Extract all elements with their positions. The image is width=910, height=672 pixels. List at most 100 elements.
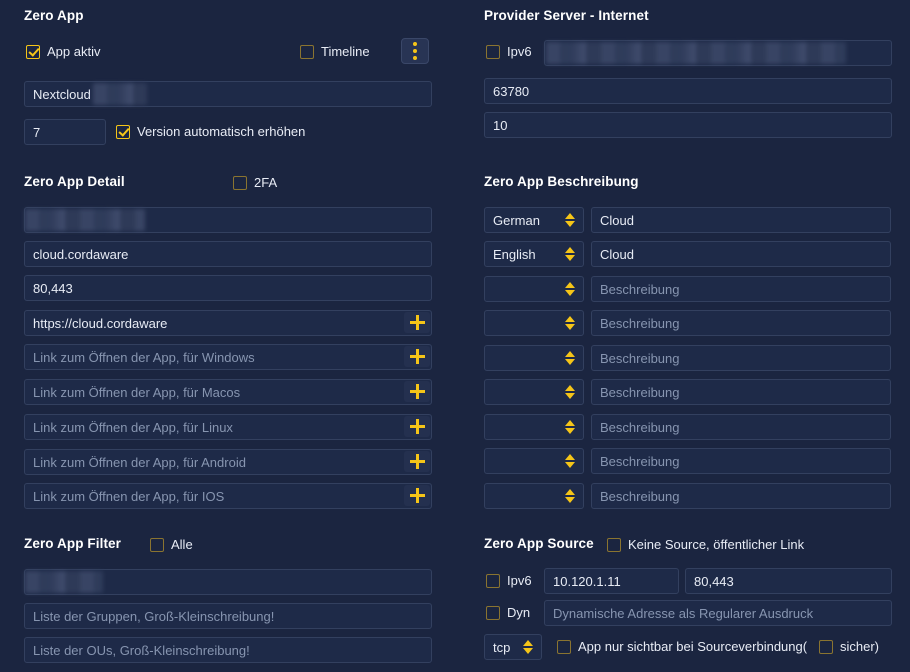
spinner-arrows-icon[interactable] <box>565 282 575 296</box>
source-dyn-label: Dyn <box>507 605 531 620</box>
spinner-arrows-icon[interactable] <box>565 454 575 468</box>
link-linux-input[interactable]: Link zum Öffnen der App, für Linux <box>24 414 432 440</box>
timeline-checkbox-row[interactable]: Timeline <box>300 44 370 59</box>
auto-version-checkbox-row[interactable]: Version automatisch erhöhen <box>116 124 305 139</box>
twofa-checkbox-row[interactable]: 2FA <box>233 175 277 190</box>
twofa-checkbox[interactable] <box>233 175 247 190</box>
lang-select-3[interactable] <box>484 310 584 336</box>
link-macos-row: Link zum Öffnen der App, für Macos <box>24 379 432 405</box>
link-windows-input[interactable]: Link zum Öffnen der App, für Windows <box>24 344 432 370</box>
plus-icon[interactable] <box>404 346 430 367</box>
zero-app-beschreibung-section-title: Zero App Beschreibung <box>484 174 639 189</box>
spinner-arrows-icon[interactable] <box>565 351 575 365</box>
link-windows-row: Link zum Öffnen der App, für Windows <box>24 344 432 370</box>
detail-ports-input[interactable]: 80,443 <box>24 275 432 301</box>
lang-select-7[interactable] <box>484 448 584 474</box>
plus-icon[interactable] <box>404 381 430 402</box>
description-input-0[interactable]: Cloud <box>591 207 891 233</box>
filter-groups-input[interactable]: Liste der Gruppen, Groß-Kleinschreibung! <box>24 603 432 629</box>
source-dyn-input[interactable]: Dynamische Adresse als Regularer Ausdruc… <box>544 600 892 626</box>
description-input-4[interactable]: Beschreibung <box>591 345 891 371</box>
no-source-label: Keine Source, öffentlicher Link <box>628 537 805 552</box>
lang-select-4[interactable] <box>484 345 584 371</box>
link-ios-input[interactable]: Link zum Öffnen der App, für IOS <box>24 483 432 509</box>
source-ipv6-checkbox[interactable] <box>486 573 500 588</box>
lang-select-value-0: German <box>493 212 540 228</box>
version-input[interactable]: 7 <box>24 119 106 145</box>
app-active-checkbox[interactable] <box>26 44 40 59</box>
spinner-arrows-icon[interactable] <box>565 385 575 399</box>
spinner-arrows-icon[interactable] <box>565 213 575 227</box>
description-input-7[interactable]: Beschreibung <box>591 448 891 474</box>
app-name-input[interactable]: Nextcloud <box>24 81 432 107</box>
source-dyn-checkbox-row[interactable]: Dyn <box>486 605 530 620</box>
visible-only-checkbox-row[interactable]: App nur sichtbar bei Sourceverbindung( <box>557 639 807 654</box>
spinner-arrows-icon[interactable] <box>565 489 575 503</box>
redacted-filter-users <box>25 571 103 593</box>
secure-checkbox[interactable] <box>819 639 833 654</box>
description-input-3[interactable]: Beschreibung <box>591 310 891 336</box>
link-ios-row: Link zum Öffnen der App, für IOS <box>24 483 432 509</box>
description-input-1[interactable]: Cloud <box>591 241 891 267</box>
provider-port-input[interactable]: 63780 <box>484 78 892 104</box>
lang-select-6[interactable] <box>484 414 584 440</box>
no-source-checkbox-row[interactable]: Keine Source, öffentlicher Link <box>607 537 804 552</box>
provider-count-input[interactable]: 10 <box>484 112 892 138</box>
spinner-arrows-icon[interactable] <box>565 420 575 434</box>
spinner-arrows-icon[interactable] <box>565 316 575 330</box>
link-linux-row: Link zum Öffnen der App, für Linux <box>24 414 432 440</box>
protocol-select-value: tcp <box>493 639 511 655</box>
source-ipv6-checkbox-row[interactable]: Ipv6 <box>486 573 532 588</box>
filter-ous-input[interactable]: Liste der OUs, Groß-Kleinschreibung! <box>24 637 432 663</box>
description-input-8[interactable]: Beschreibung <box>591 483 891 509</box>
provider-ipv6-label: Ipv6 <box>507 44 532 59</box>
redacted-provider-address <box>546 42 846 64</box>
description-input-5[interactable]: Beschreibung <box>591 379 891 405</box>
source-ports-input[interactable]: 80,443 <box>685 568 892 594</box>
zero-app-section-title: Zero App <box>24 8 84 23</box>
lang-select-2[interactable] <box>484 276 584 302</box>
description-input-6[interactable]: Beschreibung <box>591 414 891 440</box>
zero-app-detail-section-title: Zero App Detail <box>24 174 125 189</box>
filter-all-checkbox-row[interactable]: Alle <box>150 537 193 552</box>
lang-select-8[interactable] <box>484 483 584 509</box>
source-dyn-checkbox[interactable] <box>486 605 500 620</box>
kebab-dot <box>413 42 417 46</box>
zero-app-source-section-title: Zero App Source <box>484 536 594 551</box>
description-input-2[interactable]: Beschreibung <box>591 276 891 302</box>
provider-ipv6-checkbox[interactable] <box>486 44 500 59</box>
kebab-menu-icon[interactable] <box>401 38 429 64</box>
lang-select-5[interactable] <box>484 379 584 405</box>
spinner-arrows-icon[interactable] <box>523 640 533 654</box>
provider-ipv6-checkbox-row[interactable]: Ipv6 <box>486 44 532 59</box>
detail-url-input[interactable]: https://cloud.cordaware <box>24 310 432 336</box>
protocol-select[interactable]: tcp <box>484 634 542 660</box>
app-active-label: App aktiv <box>47 44 101 59</box>
link-android-row: Link zum Öffnen der App, für Android <box>24 449 432 475</box>
plus-icon[interactable] <box>404 416 430 437</box>
app-active-checkbox-row[interactable]: App aktiv <box>26 44 100 59</box>
timeline-label: Timeline <box>321 44 370 59</box>
visible-only-checkbox[interactable] <box>557 639 571 654</box>
link-macos-input[interactable]: Link zum Öffnen der App, für Macos <box>24 379 432 405</box>
kebab-dot <box>413 49 417 53</box>
source-address-input[interactable]: 10.120.1.11 <box>544 568 679 594</box>
secure-checkbox-row[interactable]: sicher) <box>819 639 879 654</box>
timeline-checkbox[interactable] <box>300 44 314 59</box>
link-android-input[interactable]: Link zum Öffnen der App, für Android <box>24 449 432 475</box>
plus-icon[interactable] <box>404 485 430 506</box>
lang-select-1[interactable]: English <box>484 241 584 267</box>
detail-host-input[interactable]: cloud.cordaware <box>24 241 432 267</box>
spinner-arrows-icon[interactable] <box>565 247 575 261</box>
detail-url-row: https://cloud.cordaware <box>24 310 432 336</box>
auto-version-checkbox[interactable] <box>116 124 130 139</box>
settings-page: Zero App App aktiv Timeline Nextcloud 7 … <box>0 0 910 672</box>
no-source-checkbox[interactable] <box>607 537 621 552</box>
lang-select-0[interactable]: German <box>484 207 584 233</box>
lang-select-value-1: English <box>493 246 536 262</box>
plus-icon[interactable] <box>404 312 430 333</box>
secure-label: sicher) <box>840 639 880 654</box>
plus-icon[interactable] <box>404 451 430 472</box>
redacted-detail-name <box>25 209 145 231</box>
filter-all-checkbox[interactable] <box>150 537 164 552</box>
